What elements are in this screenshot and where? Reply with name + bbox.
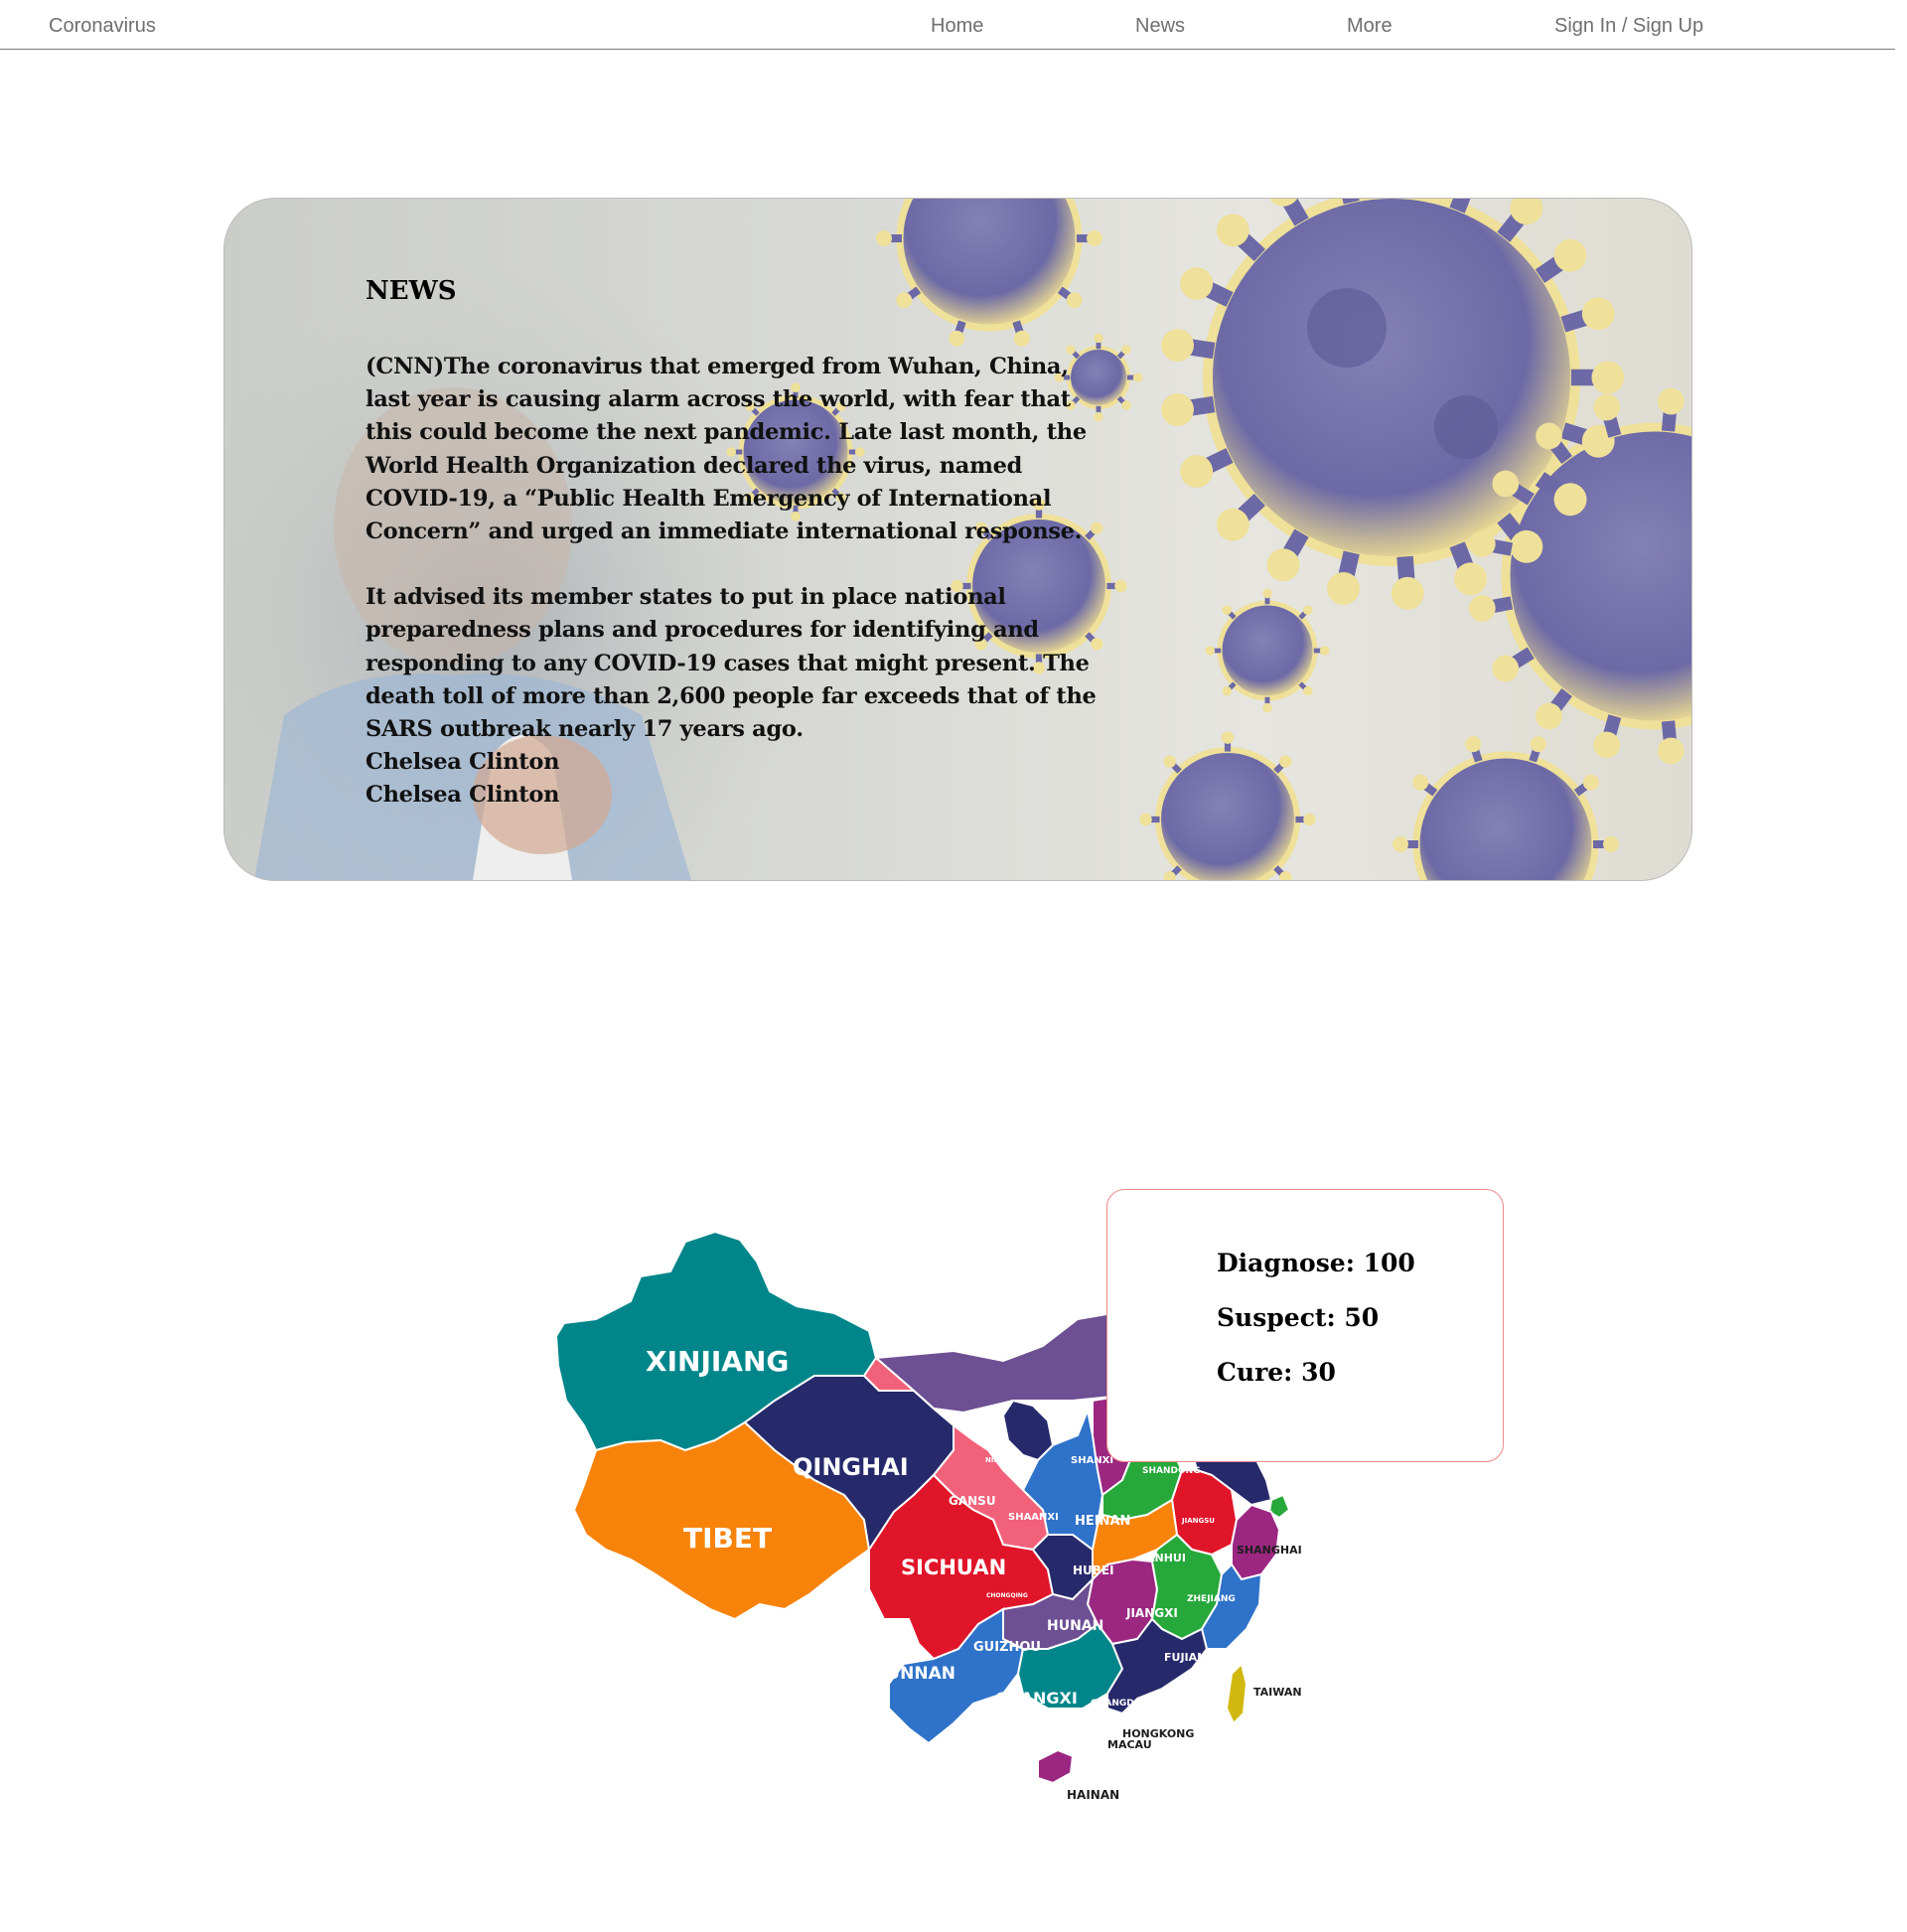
label-anhui: ANHUI <box>1146 1552 1186 1564</box>
nav-home-link[interactable]: Home <box>931 15 983 38</box>
label-sichuan: SICHUAN <box>901 1556 1006 1579</box>
virus-particle-top <box>896 199 1083 332</box>
label-guangxi: GUANGXI <box>995 1689 1078 1708</box>
news-heading: NEWS <box>366 276 457 306</box>
virus-particle-bottom-right <box>1412 751 1599 880</box>
label-taiwan: TAIWAN <box>1253 1686 1302 1699</box>
label-hainan: HAINAN <box>1067 1788 1119 1802</box>
label-guizhou: GUIZHOU <box>973 1640 1041 1655</box>
label-jiangsu: JIANGSU <box>1181 1517 1215 1525</box>
top-nav: Coronavirus Home News More Sign In / Sig… <box>0 0 1895 50</box>
label-zhejiang: ZHEJIANG <box>1187 1594 1236 1604</box>
label-chongqing: CHONGQING <box>986 1592 1028 1599</box>
news-author-1: Chelsea Clinton <box>366 749 560 776</box>
news-article-body: (CNN)The coronavirus that emerged from W… <box>366 351 1100 813</box>
province-zhejiang[interactable] <box>1231 1503 1281 1581</box>
news-paragraph-1: (CNN)The coronavirus that emerged from W… <box>366 354 1087 545</box>
cure-count: Cure: 30 <box>1217 1358 1336 1387</box>
label-guangdong: GUANGDONG <box>1091 1699 1156 1709</box>
label-hubei: HUBEI <box>1073 1563 1114 1577</box>
case-stats-popup: Diagnose: 100 Suspect: 50 Cure: 30 <box>1106 1189 1504 1462</box>
suspect-count: Suspect: 50 <box>1217 1303 1380 1332</box>
nav-more-link[interactable]: More <box>1347 15 1393 38</box>
label-shanghai: SHANGHAI <box>1237 1544 1302 1557</box>
sign-in-sign-up-link[interactable]: Sign In / Sign Up <box>1554 15 1703 38</box>
province-taiwan[interactable] <box>1225 1662 1248 1725</box>
label-shanxi: SHANXI <box>1071 1455 1113 1466</box>
nav-news-link[interactable]: News <box>1135 15 1185 38</box>
diagnose-count: Diagnose: 100 <box>1217 1249 1415 1277</box>
label-hunan: HUNAN <box>1047 1618 1103 1634</box>
label-gansu: GANSU <box>949 1494 996 1508</box>
news-author-2: Chelsea Clinton <box>366 782 560 809</box>
label-yunnan: YUNNAN <box>873 1664 955 1684</box>
news-banner: NEWS (CNN)The coronavirus that emerged f… <box>223 198 1692 881</box>
label-xinjiang: XINJIANG <box>646 1345 789 1378</box>
label-shaanxi: SHAANXI <box>1008 1512 1059 1523</box>
label-ningxia: NINGXIA <box>985 1456 1019 1464</box>
label-jiangxi: JIANGXI <box>1125 1606 1178 1620</box>
label-qinghai: QINGHAI <box>793 1453 909 1481</box>
news-paragraph-2: It advised its member states to put in p… <box>366 584 1097 743</box>
province-ningxia[interactable] <box>1001 1399 1055 1462</box>
label-heinan: HEINAN <box>1075 1514 1130 1529</box>
brand-logo-text[interactable]: Coronavirus <box>49 15 156 38</box>
label-macau: MACAU <box>1107 1738 1152 1751</box>
province-hainan[interactable] <box>1037 1748 1075 1785</box>
label-tibet: TIBET <box>683 1522 772 1555</box>
label-shandong: SHANDONG <box>1142 1466 1201 1476</box>
label-fujian: FUJIAN <box>1164 1651 1206 1664</box>
